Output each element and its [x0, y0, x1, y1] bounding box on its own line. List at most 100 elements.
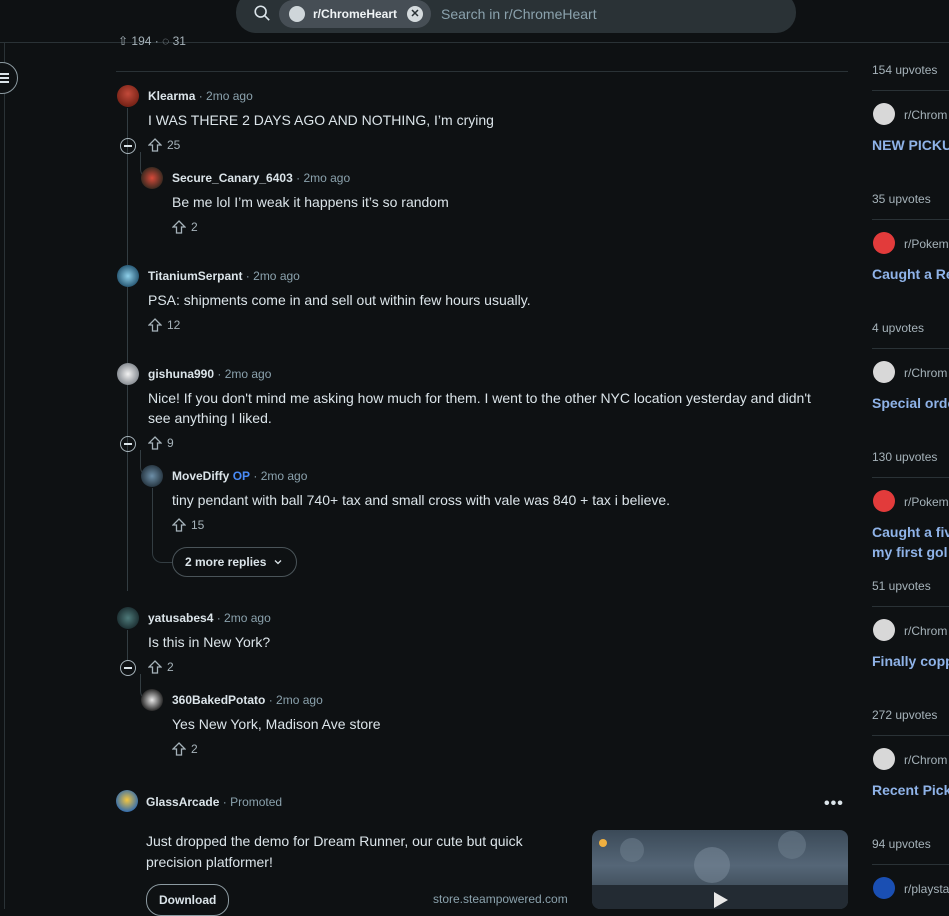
avatar[interactable] — [141, 167, 163, 189]
subreddit-avatar[interactable] — [873, 103, 895, 125]
sidebar-subreddit[interactable]: r/Chrom — [904, 624, 947, 638]
comment-meta: Klearma · 2mo ago — [148, 89, 253, 103]
avatar[interactable] — [117, 363, 139, 385]
upvote-button[interactable]: 9 — [148, 436, 174, 450]
sidebar-upvotes: 272 upvotes — [872, 708, 938, 722]
thread-line — [127, 630, 128, 660]
thread-elbow — [152, 540, 173, 563]
username[interactable]: yatusabes4 — [148, 611, 213, 625]
username[interactable]: MoveDiffy — [172, 469, 229, 483]
upvote-button[interactable]: 15 — [172, 518, 204, 532]
sidebar-post-title[interactable]: NEW PICKU — [872, 135, 949, 155]
divider — [872, 735, 949, 736]
sidebar-upvotes: 94 upvotes — [872, 837, 931, 851]
chevron-down-icon — [274, 560, 282, 565]
community-chip[interactable]: r/ChromeHeart ✕ — [279, 0, 432, 28]
comment-meta: 360BakedPotato · 2mo ago — [172, 693, 323, 707]
more-options-icon[interactable]: ••• — [824, 795, 844, 813]
upvote-button[interactable]: 25 — [148, 138, 180, 152]
subreddit-avatar[interactable] — [873, 232, 895, 254]
advertiser-avatar[interactable] — [116, 790, 138, 812]
sidebar-post-title-line2[interactable]: my first gol — [872, 542, 947, 562]
comment-text: Be me lol I’m weak it happens it’s so ra… — [172, 194, 449, 210]
ad-meta: GlassArcade · Promoted — [146, 795, 283, 809]
related-posts-sidebar: 154 upvotes r/Chrom NEW PICKU 35 upvotes… — [857, 42, 949, 909]
sidebar-subreddit[interactable]: r/Chrom — [904, 753, 947, 767]
avatar[interactable] — [117, 607, 139, 629]
upvote-icon — [148, 660, 162, 674]
avatar[interactable] — [117, 265, 139, 287]
sidebar-post-title[interactable]: Special orde — [872, 393, 949, 413]
username[interactable]: 360BakedPotato — [172, 693, 265, 707]
comment-meta: TitaniumSerpant · 2mo ago — [148, 269, 300, 283]
sidebar-post-title[interactable]: Caught a Re — [872, 264, 949, 284]
sidebar-upvotes: 154 upvotes — [872, 63, 938, 77]
subreddit-avatar[interactable] — [873, 877, 895, 899]
ad-thumbnail[interactable] — [592, 830, 848, 909]
comment-text: Is this in New York? — [148, 634, 271, 650]
ad-thumbnail-art — [592, 831, 848, 909]
upvote-icon — [172, 220, 186, 234]
comment-text: Yes New York, Madison Ave store — [172, 716, 381, 732]
search-input[interactable]: Search in r/ChromeHeart — [441, 6, 597, 22]
comment-meta: MoveDiffy OP · 2mo ago — [172, 469, 308, 483]
comment-text: Nice! If you don't mind me asking how mu… — [148, 390, 811, 426]
subreddit-avatar[interactable] — [873, 361, 895, 383]
sidebar-subreddit[interactable]: r/Pokem — [904, 237, 949, 251]
sidebar-upvotes: 130 upvotes — [872, 450, 938, 464]
search-bar[interactable]: r/ChromeHeart ✕ Search in r/ChromeHeart — [236, 0, 796, 33]
avatar[interactable] — [141, 465, 163, 487]
upvote-button[interactable]: 2 — [148, 660, 174, 674]
subreddit-avatar[interactable] — [873, 619, 895, 641]
sidebar-subreddit[interactable]: r/Chrom — [904, 366, 947, 380]
avatar[interactable] — [117, 85, 139, 107]
divider — [872, 219, 949, 220]
username[interactable]: Klearma — [148, 89, 195, 103]
search-icon — [254, 5, 270, 21]
sidebar-post-title[interactable]: Finally copp — [872, 651, 949, 671]
ad-domain[interactable]: store.steampowered.com — [433, 892, 568, 906]
left-rail — [0, 42, 5, 909]
thread-line — [127, 108, 128, 591]
upvote-button[interactable]: 12 — [148, 318, 180, 332]
collapse-thread-button[interactable] — [120, 436, 136, 452]
sidebar-subreddit[interactable]: r/Pokem — [904, 495, 949, 509]
previous-post-stats: ⇧ 194 · ◌ 31 — [118, 34, 186, 48]
username[interactable]: TitaniumSerpant — [148, 269, 242, 283]
download-button[interactable]: Download — [146, 884, 230, 916]
comment-icon[interactable]: ◌ — [162, 34, 169, 48]
upvote-icon — [172, 742, 186, 756]
collapse-thread-button[interactable] — [120, 138, 136, 154]
menu-toggle-button[interactable] — [0, 62, 18, 94]
sidebar-subreddit[interactable]: r/Chrom — [904, 108, 947, 122]
upvote-button[interactable]: 2 — [172, 220, 198, 234]
comment-text: tiny pendant with ball 740+ tax and smal… — [172, 492, 671, 508]
subreddit-avatar[interactable] — [873, 748, 895, 770]
upvote-button[interactable]: 2 — [172, 742, 198, 756]
username[interactable]: Secure_Canary_6403 — [172, 171, 293, 185]
sidebar-post-title[interactable]: Recent Pick — [872, 780, 949, 800]
upvote-icon — [172, 518, 186, 532]
comment-text: PSA: shipments come in and sell out with… — [148, 292, 531, 308]
avatar[interactable] — [141, 689, 163, 711]
sidebar-subreddit[interactable]: r/playsta — [904, 882, 949, 896]
community-chip-label: r/ChromeHeart — [313, 7, 398, 21]
divider — [116, 71, 848, 72]
divider — [872, 606, 949, 607]
subreddit-avatar[interactable] — [873, 490, 895, 512]
upvote-icon — [148, 436, 162, 450]
thread-line — [152, 488, 153, 548]
sidebar-upvotes: 35 upvotes — [872, 192, 931, 206]
more-replies-button[interactable]: 2 more replies — [172, 547, 298, 577]
close-icon[interactable]: ✕ — [407, 6, 424, 22]
collapse-thread-button[interactable] — [120, 660, 136, 676]
sidebar-post-title[interactable]: Caught a fiv — [872, 522, 949, 542]
comment-meta: Secure_Canary_6403 · 2mo ago — [172, 171, 351, 185]
advertiser-name[interactable]: GlassArcade — [146, 795, 219, 809]
community-avatar — [289, 6, 305, 22]
upvote-icon[interactable]: ⇧ — [118, 34, 128, 48]
comment-meta: gishuna990 · 2mo ago — [148, 367, 272, 381]
upvote-icon — [148, 138, 162, 152]
username[interactable]: gishuna990 — [148, 367, 214, 381]
sidebar-upvotes: 4 upvotes — [872, 321, 925, 335]
